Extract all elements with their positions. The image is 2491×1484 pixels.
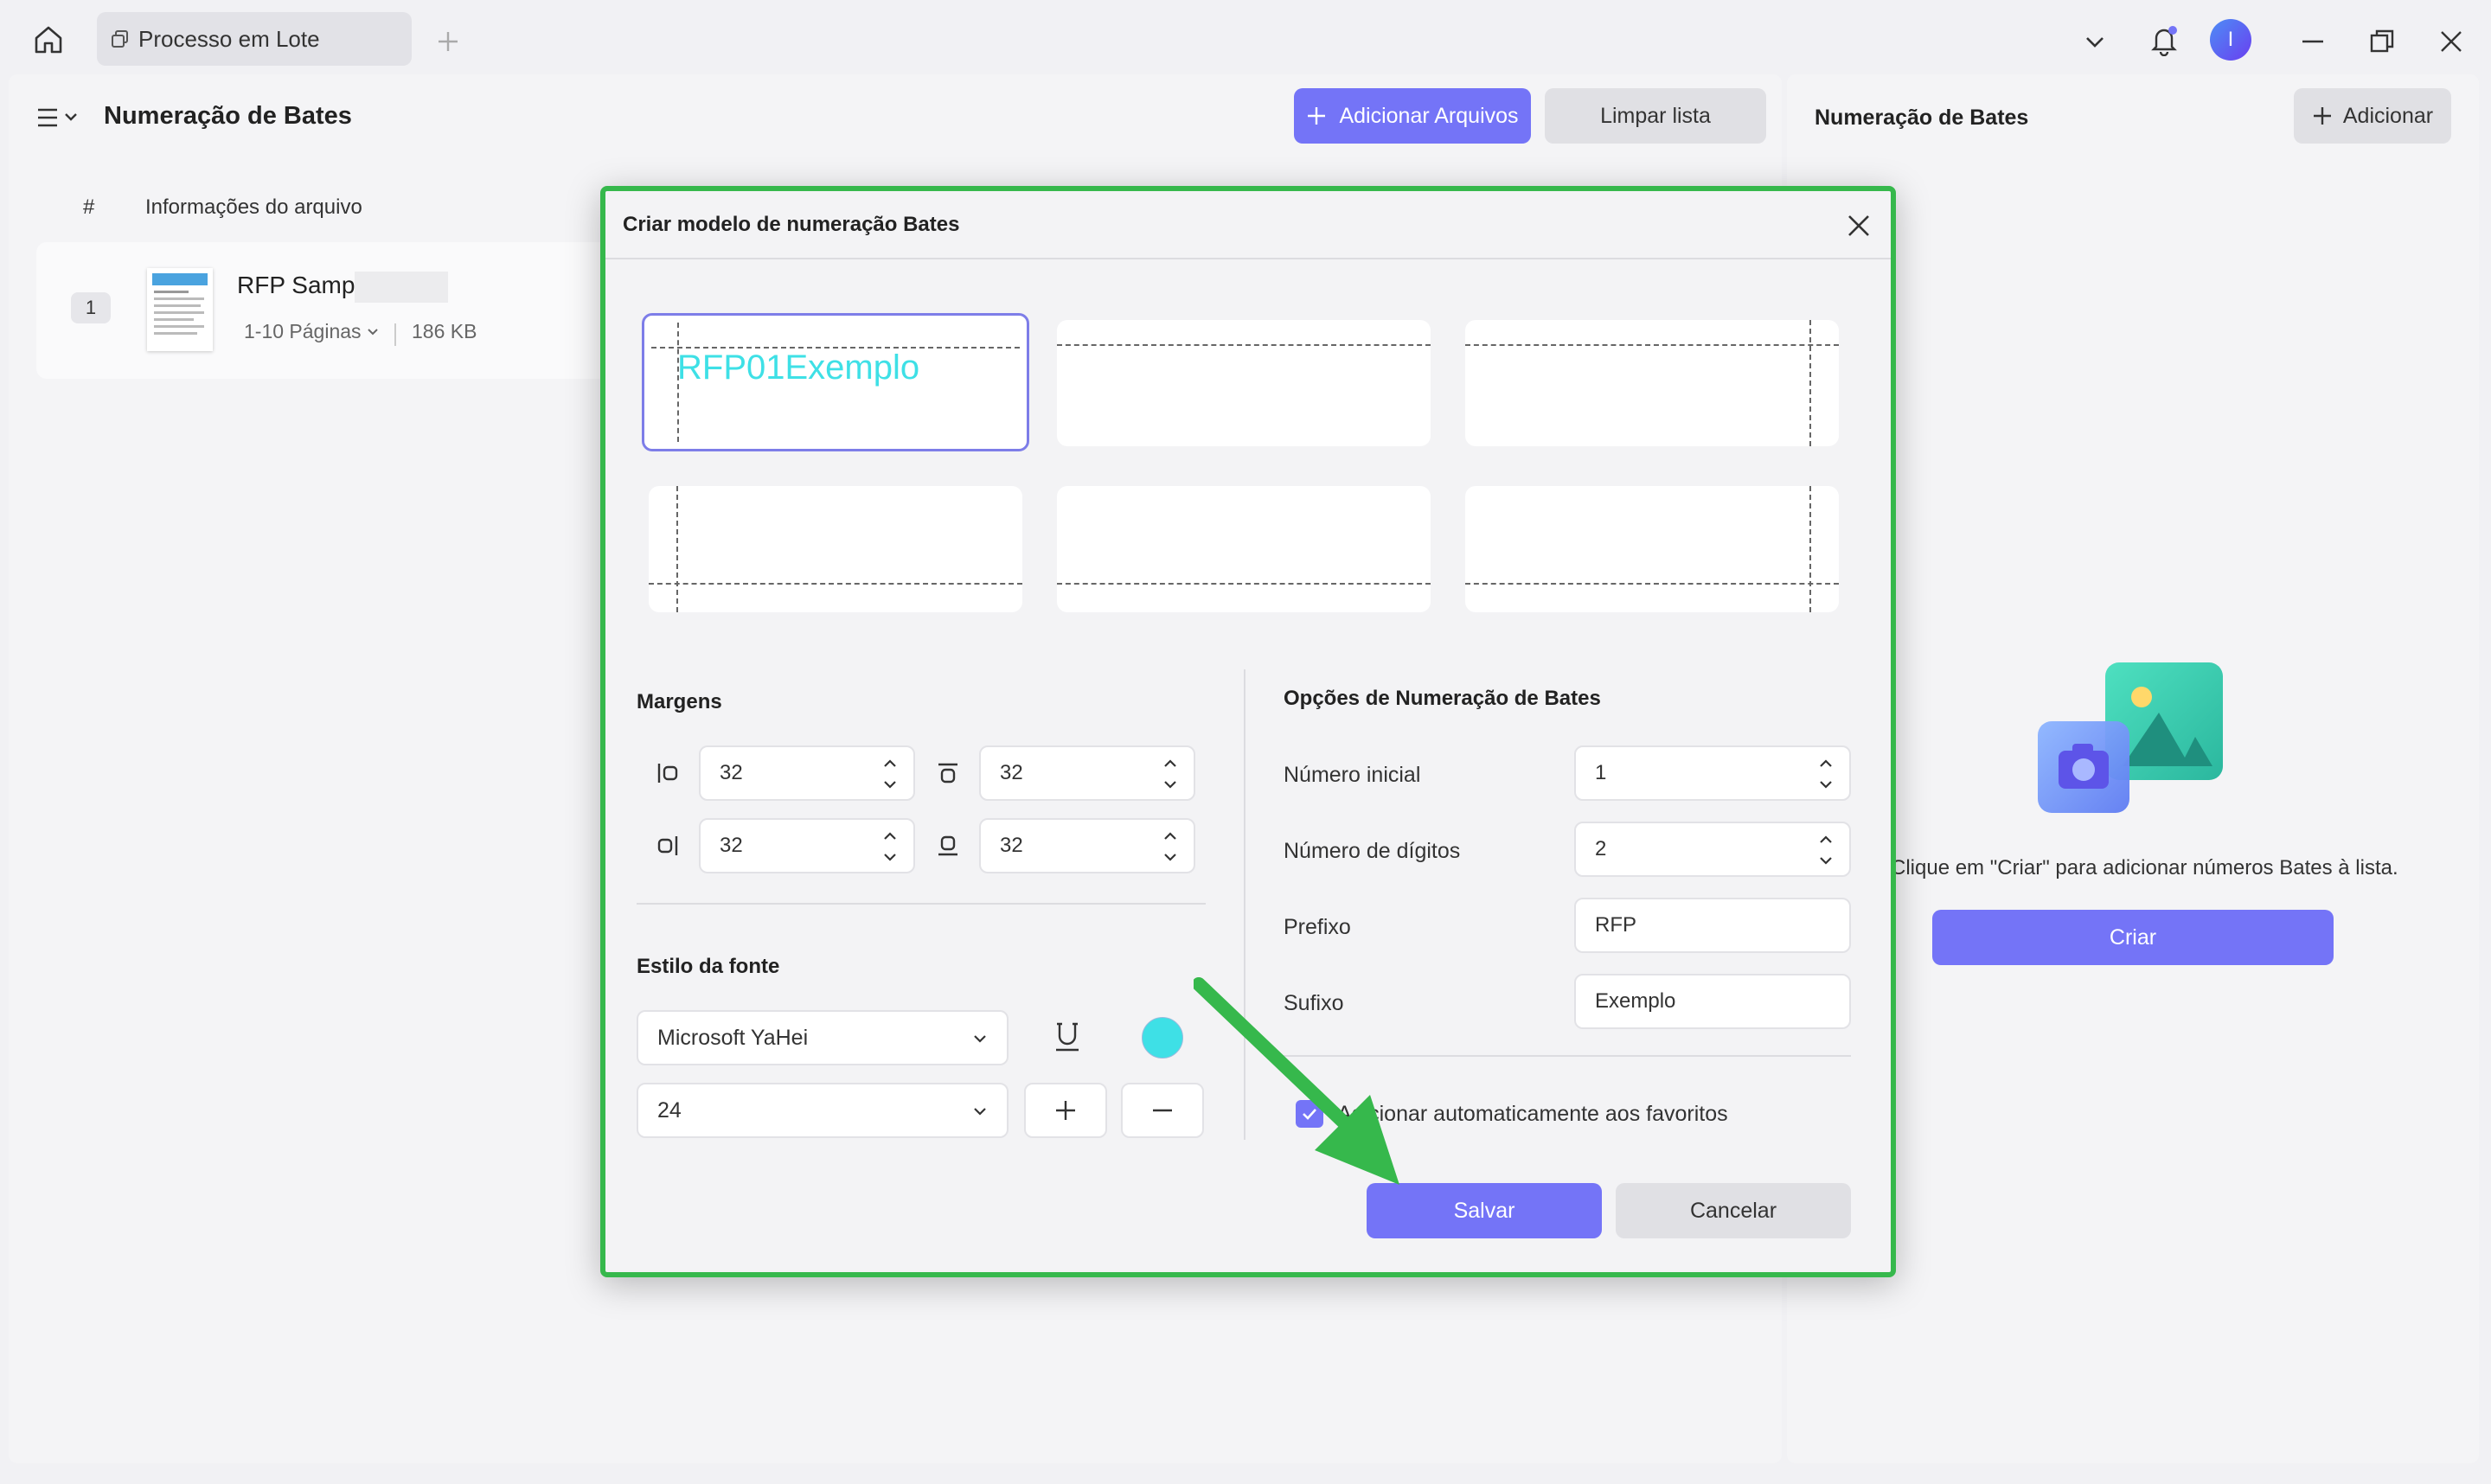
bates-options-title: Opções de Numeração de Bates bbox=[1284, 687, 1601, 710]
empty-state-message: Clique em "Criar" para adicionar números… bbox=[1891, 856, 2398, 880]
page-range: 1-10 Páginas bbox=[244, 320, 362, 342]
margin-left-icon bbox=[650, 756, 685, 790]
close-icon[interactable] bbox=[1839, 206, 1879, 246]
chevron-down-icon[interactable] bbox=[2076, 22, 2114, 61]
divider bbox=[394, 323, 396, 346]
menu-icon[interactable] bbox=[33, 100, 85, 135]
avatar[interactable]: I bbox=[2210, 19, 2251, 61]
row-index: 1 bbox=[85, 297, 97, 318]
font-size-select[interactable]: 24 bbox=[637, 1083, 1009, 1138]
plus-icon bbox=[1306, 106, 1327, 126]
digits-stepper[interactable]: 2 bbox=[1574, 822, 1851, 877]
clear-list-button[interactable]: Limpar lista bbox=[1545, 88, 1766, 144]
stepper-arrows-icon[interactable] bbox=[882, 828, 898, 865]
stepper-arrows-icon[interactable] bbox=[1162, 756, 1178, 792]
margin-bottom-value: 32 bbox=[1000, 834, 1023, 857]
right-panel-title: Numeração de Bates bbox=[1815, 106, 2029, 130]
clear-list-label: Limpar lista bbox=[1600, 103, 1711, 128]
stepper-arrows-icon[interactable] bbox=[1162, 828, 1178, 865]
position-bottom-left[interactable] bbox=[649, 486, 1022, 612]
underline-icon[interactable] bbox=[1047, 1017, 1088, 1059]
position-top-right[interactable] bbox=[1465, 320, 1839, 446]
suffix-value: Exemplo bbox=[1595, 989, 1676, 1013]
minimize-icon[interactable] bbox=[2294, 22, 2332, 61]
digits-label: Número de dígitos bbox=[1284, 839, 1461, 863]
position-top-left[interactable]: RFP01Exemplo bbox=[642, 313, 1029, 451]
page-range-dropdown[interactable]: 1-10 Páginas bbox=[244, 320, 379, 343]
file-size: 186 KB bbox=[412, 320, 477, 342]
dialog-header-divider bbox=[605, 258, 1891, 259]
font-style-title: Estilo da fonte bbox=[637, 955, 780, 978]
add-files-label: Adicionar Arquivos bbox=[1339, 103, 1519, 128]
stepper-arrows-icon[interactable] bbox=[882, 756, 898, 792]
position-top-center[interactable] bbox=[1057, 320, 1431, 446]
tab-batch-process[interactable]: Processo em Lote bbox=[97, 12, 412, 66]
annotation-arrow-icon bbox=[1194, 977, 1399, 1185]
title-bar: Processo em Lote I bbox=[0, 0, 2491, 76]
add-files-button[interactable]: Adicionar Arquivos bbox=[1294, 88, 1531, 144]
margin-top-icon bbox=[931, 756, 965, 790]
digits-value: 2 bbox=[1595, 837, 1607, 860]
table-row[interactable]: 1 RFP Sample 1-10 Páginas 186 KB bbox=[36, 242, 642, 379]
prefix-value: RFP bbox=[1595, 913, 1636, 937]
close-window-icon[interactable] bbox=[2432, 22, 2470, 61]
stepper-arrows-icon[interactable] bbox=[1818, 832, 1834, 868]
bell-icon[interactable] bbox=[2145, 21, 2183, 59]
margins-divider bbox=[637, 903, 1206, 905]
suffix-input[interactable]: Exemplo bbox=[1574, 974, 1851, 1029]
create-label: Criar bbox=[2109, 924, 2157, 950]
add-template-label: Adicionar bbox=[2342, 103, 2434, 128]
chevron-down-icon bbox=[972, 1103, 988, 1119]
font-family-value: Microsoft YaHei bbox=[657, 1025, 809, 1050]
font-size-decrease-button[interactable] bbox=[1121, 1083, 1204, 1138]
margin-top-value: 32 bbox=[1000, 761, 1023, 784]
create-button[interactable]: Criar bbox=[1932, 910, 2334, 965]
position-bottom-center[interactable] bbox=[1057, 486, 1431, 612]
font-color-swatch[interactable] bbox=[1142, 1017, 1183, 1059]
file-name-mask bbox=[355, 272, 448, 303]
prefix-label: Prefixo bbox=[1284, 915, 1351, 939]
chevron-down-icon bbox=[367, 326, 379, 338]
file-thumbnail bbox=[147, 268, 213, 351]
margin-left-stepper[interactable]: 32 bbox=[699, 745, 915, 801]
font-size-value: 24 bbox=[657, 1097, 682, 1123]
copy-icon bbox=[111, 29, 130, 48]
margin-left-value: 32 bbox=[720, 761, 743, 784]
margin-right-icon bbox=[650, 828, 685, 863]
empty-state-illustration bbox=[2038, 662, 2228, 815]
file-name: RFP Sample bbox=[237, 272, 375, 298]
tab-label: Processo em Lote bbox=[138, 25, 320, 52]
margin-bottom-icon bbox=[931, 828, 965, 863]
start-number-label: Número inicial bbox=[1284, 763, 1421, 787]
stepper-arrows-icon[interactable] bbox=[1818, 756, 1834, 792]
column-header-index: # bbox=[83, 195, 95, 219]
start-number-value: 1 bbox=[1595, 761, 1607, 784]
dialog-title: Criar modelo de numeração Bates bbox=[623, 213, 960, 236]
margin-right-value: 32 bbox=[720, 834, 743, 857]
font-size-increase-button[interactable] bbox=[1024, 1083, 1107, 1138]
row-index-badge: 1 bbox=[71, 292, 111, 323]
bates-preview-text: RFP01Exemplo bbox=[677, 349, 920, 387]
position-bottom-right[interactable] bbox=[1465, 486, 1839, 612]
prefix-input[interactable]: RFP bbox=[1574, 898, 1851, 953]
chevron-down-icon bbox=[972, 1031, 988, 1046]
margin-bottom-stepper[interactable]: 32 bbox=[979, 818, 1195, 873]
cancel-button[interactable]: Cancelar bbox=[1616, 1183, 1851, 1238]
home-icon[interactable] bbox=[29, 21, 67, 59]
new-tab-icon[interactable] bbox=[431, 24, 465, 59]
save-label: Salvar bbox=[1453, 1198, 1515, 1223]
add-template-button[interactable]: Adicionar bbox=[2294, 88, 2451, 144]
column-header-info: Informações do arquivo bbox=[145, 195, 362, 219]
cancel-label: Cancelar bbox=[1689, 1198, 1777, 1223]
plus-icon bbox=[2312, 106, 2333, 126]
page-title: Numeração de Bates bbox=[104, 102, 352, 130]
margin-right-stepper[interactable]: 32 bbox=[699, 818, 915, 873]
restore-icon[interactable] bbox=[2363, 22, 2401, 61]
margin-top-stepper[interactable]: 32 bbox=[979, 745, 1195, 801]
margins-title: Margens bbox=[637, 690, 722, 713]
avatar-letter: I bbox=[2227, 28, 2234, 51]
font-family-select[interactable]: Microsoft YaHei bbox=[637, 1010, 1009, 1065]
start-number-stepper[interactable]: 1 bbox=[1574, 745, 1851, 801]
